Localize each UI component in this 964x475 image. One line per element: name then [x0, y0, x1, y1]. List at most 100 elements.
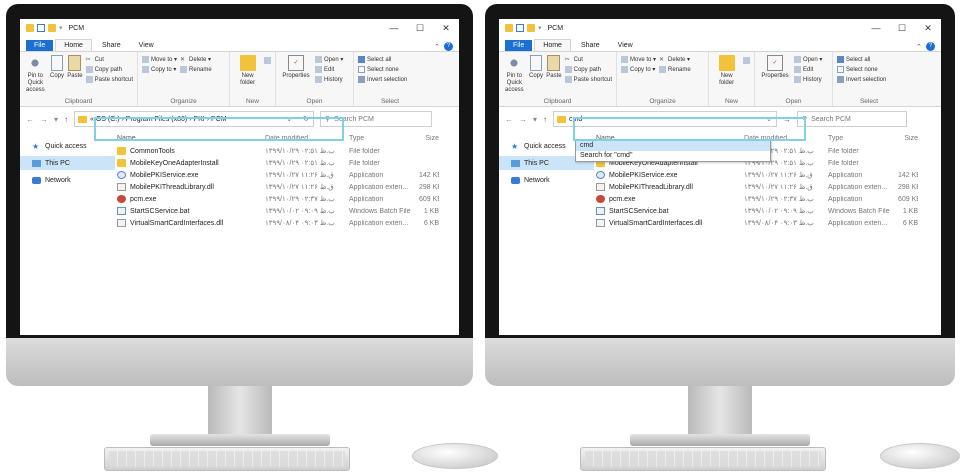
search-box[interactable]: ⚲ Search PCM — [320, 111, 433, 127]
new-item-icon[interactable] — [743, 57, 750, 64]
invert-selection-button[interactable]: Invert selection — [358, 76, 407, 83]
file-row[interactable]: MobilePKIService.exe ۱۳۹۹/۱۰/۲۷ ق.ظ ۱۱:۲۶… — [115, 169, 459, 181]
copy-to-icon — [142, 66, 149, 73]
rename-button[interactable]: Rename — [659, 66, 691, 73]
open-icon — [794, 56, 801, 63]
history-button[interactable]: History — [794, 76, 822, 83]
file-row[interactable]: MobilePKIThreadLibrary.dll ۱۳۹۹/۱۰/۲۷ ق.ظ… — [115, 181, 459, 193]
address-bar[interactable]: cmd ⌄ — [553, 111, 778, 127]
up-arrow-icon[interactable]: ↑ — [64, 115, 68, 124]
select-none-button[interactable]: Select none — [358, 66, 407, 73]
select-none-button[interactable]: Select none — [837, 66, 886, 73]
file-row[interactable]: pcm.exe ۱۳۹۹/۱۰/۲۹ ب.ظ ۰۲:۳۷ Application 60… — [594, 193, 941, 205]
column-date-modified[interactable]: Date modified — [265, 135, 349, 142]
copy-path-button[interactable]: Copy path — [85, 66, 133, 73]
help-icon[interactable]: ? — [926, 42, 935, 51]
nav-item-this-pc[interactable]: This PC — [20, 156, 115, 170]
file-row[interactable]: CommonTools۱۳۹۹/۱۰/۲۹ ب.ظ ۰۲:۵۱File fold… — [115, 145, 459, 157]
back-arrow-icon[interactable]: ← — [26, 115, 34, 124]
tab-file[interactable]: File — [505, 40, 533, 51]
tab-share[interactable]: Share — [94, 40, 129, 51]
maximize-button[interactable]: ☐ — [407, 23, 433, 34]
tab-home[interactable]: Home — [55, 39, 92, 51]
nav-item-network[interactable]: Network — [499, 173, 594, 187]
tab-share[interactable]: Share — [573, 40, 608, 51]
column-size[interactable]: Size — [419, 135, 439, 142]
file-row[interactable]: pcm.exe ۱۳۹۹/۱۰/۲۹ ب.ظ ۰۲:۳۷ Application 60… — [115, 193, 459, 205]
move-to-button[interactable]: Move to ▾ — [142, 56, 177, 63]
tab-view[interactable]: View — [131, 40, 162, 51]
open-label: Open — [306, 98, 323, 105]
nav-item-quick-access[interactable]: ★ Quick access — [20, 139, 115, 153]
copy-path-button[interactable]: Copy path — [564, 66, 612, 73]
select-all-button[interactable]: Select all — [358, 56, 407, 63]
refresh-icon[interactable]: ↻ — [299, 115, 313, 123]
delete-button[interactable]: ✕ Delete ▾ — [659, 56, 691, 63]
open-button[interactable]: Open ▾ — [315, 56, 343, 63]
paste-shortcut-button[interactable]: Paste shortcut — [564, 76, 612, 83]
forward-arrow-icon[interactable]: → — [519, 115, 527, 124]
monitor-stand-base — [630, 434, 810, 446]
search-box[interactable]: ⚲ Search PCM — [797, 111, 908, 127]
copy-to-button[interactable]: Copy to ▾ — [621, 66, 656, 73]
history-button[interactable]: History — [315, 76, 343, 83]
back-arrow-icon[interactable]: ← — [505, 115, 513, 124]
column-name[interactable]: Name — [115, 135, 265, 142]
select-all-button[interactable]: Select all — [837, 56, 886, 63]
file-row[interactable]: StartSCService.bat ۱۳۹۹/۱۰/۰۲ ب.ظ ۰۹:۰۹ Wi… — [594, 205, 941, 217]
close-button[interactable]: ✕ — [915, 23, 941, 34]
new-folder-quick-icon[interactable] — [48, 24, 56, 32]
file-row[interactable]: MobilePKIThreadLibrary.dll ۱۳۹۹/۱۰/۲۷ ق.ظ… — [594, 181, 941, 193]
address-dropdown-icon[interactable]: ⌄ — [282, 115, 296, 123]
properties-quick-icon[interactable] — [37, 24, 45, 32]
file-row[interactable]: StartSCService.bat ۱۳۹۹/۱۰/۰۲ ب.ظ ۰۹:۰۹ Wi… — [115, 205, 459, 217]
batch-file-icon — [117, 207, 126, 215]
cut-button[interactable]: ✂ Cut — [86, 56, 133, 64]
minimize-button[interactable]: — — [381, 23, 407, 34]
file-row[interactable]: MobilePKIService.exe ۱۳۹۹/۱۰/۲۷ ق.ظ ۱۱:۲۶… — [594, 169, 941, 181]
column-size[interactable]: Size — [898, 135, 918, 142]
address-bar[interactable]: « OS (C:) › Program Files (x86) › PKI › … — [74, 111, 315, 127]
rename-button[interactable]: Rename — [180, 66, 212, 73]
minimize-button[interactable]: — — [863, 23, 889, 34]
up-arrow-icon[interactable]: ↑ — [543, 115, 547, 124]
autocomplete-item-cmd[interactable]: cmd — [576, 141, 770, 151]
tab-home[interactable]: Home — [534, 39, 571, 51]
file-row[interactable]: VirtualSmartCardInterfaces.dll ۱۳۹۹/۰۸/۰۴… — [594, 217, 941, 229]
close-button[interactable]: ✕ — [433, 23, 459, 34]
collapse-ribbon-icon[interactable]: ⌃ — [434, 43, 440, 51]
go-arrow-icon[interactable]: → — [783, 115, 791, 124]
copy-to-button[interactable]: Copy to ▾ — [142, 66, 177, 73]
explorer-window: ▾ PCM — ☐ ✕ File Home Share View ⌃? Pin … — [499, 19, 941, 335]
file-row[interactable]: MobileKeyOneAdapterInstall ۱۳۹۹/۱۰/۲۹ ب.ظ… — [115, 157, 459, 169]
move-to-button[interactable]: Move to ▾ — [621, 56, 656, 63]
properties-quick-icon[interactable] — [516, 24, 524, 32]
recent-dropdown-icon[interactable]: ▾ — [533, 115, 537, 124]
file-row[interactable]: VirtualSmartCardInterfaces.dll ۱۳۹۹/۰۸/۰۴… — [115, 217, 459, 229]
open-button[interactable]: Open ▾ — [794, 56, 822, 63]
tab-view[interactable]: View — [610, 40, 641, 51]
help-icon[interactable]: ? — [444, 42, 453, 51]
tab-file[interactable]: File — [26, 40, 54, 51]
collapse-ribbon-icon[interactable]: ⌃ — [916, 43, 922, 51]
quick-access-dropdown-icon[interactable]: ▾ — [538, 24, 542, 32]
edit-button[interactable]: Edit — [315, 66, 343, 73]
nav-item-network[interactable]: Network — [20, 173, 115, 187]
column-type[interactable]: Type — [349, 135, 419, 142]
new-folder-quick-icon[interactable] — [527, 24, 535, 32]
address-input[interactable]: cmd — [569, 116, 582, 123]
quick-access-dropdown-icon[interactable]: ▾ — [59, 24, 63, 32]
invert-selection-button[interactable]: Invert selection — [837, 76, 886, 83]
paste-shortcut-button[interactable]: Paste shortcut — [85, 76, 133, 83]
maximize-button[interactable]: ☐ — [889, 23, 915, 34]
column-type[interactable]: Type — [828, 135, 898, 142]
paste-icon — [68, 55, 82, 71]
cut-button[interactable]: ✂ Cut — [565, 56, 612, 64]
autocomplete-item-search[interactable]: Search for "cmd" — [576, 151, 770, 161]
forward-arrow-icon[interactable]: → — [40, 115, 48, 124]
recent-dropdown-icon[interactable]: ▾ — [54, 115, 58, 124]
edit-button[interactable]: Edit — [794, 66, 822, 73]
address-dropdown-icon[interactable]: ⌄ — [762, 115, 776, 123]
new-item-icon[interactable] — [264, 57, 271, 64]
delete-button[interactable]: ✕ Delete ▾ — [180, 56, 212, 63]
